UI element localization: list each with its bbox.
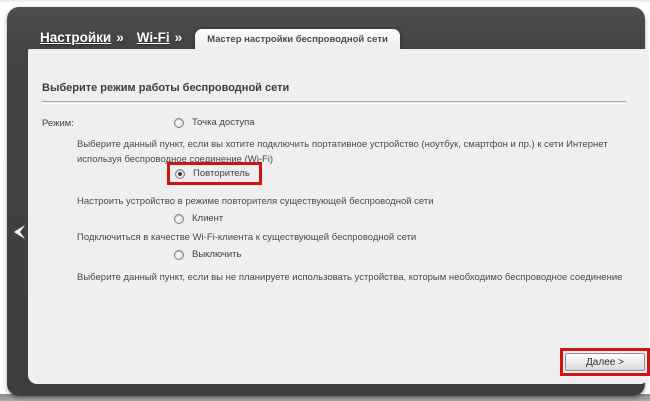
breadcrumb-wifi-label[interactable]: Wi-Fi	[137, 30, 170, 45]
router-ui-frame: Настройки » Wi-Fi » Мастер настройки бес…	[7, 7, 645, 396]
radio-button-repeater[interactable]	[175, 169, 185, 179]
radio-label-repeater: Повторитель	[193, 168, 250, 179]
radio-option-access-point[interactable]: Точка доступа	[174, 117, 255, 128]
option-description-repeater: Настроить устройство в режиме повторител…	[77, 194, 644, 209]
mode-label: Режим:	[42, 118, 74, 129]
breadcrumb-link-wifi[interactable]: Wi-Fi »	[137, 30, 182, 45]
radio-label-off: Выключить	[192, 249, 241, 260]
radio-button-access-point[interactable]	[174, 118, 184, 128]
annotation-highlight-repeater: Повторитель	[167, 162, 262, 185]
page-title: Выберите режим работы беспроводной сети	[42, 82, 289, 94]
radio-label-client: Клиент	[192, 213, 223, 224]
collapse-sidebar-control[interactable]	[13, 224, 27, 240]
chevron-left-icon	[13, 224, 27, 240]
breadcrumb-link-settings[interactable]: Настройки »	[40, 30, 124, 45]
breadcrumb: Настройки » Wi-Fi »	[40, 30, 182, 45]
radio-option-off[interactable]: Выключить	[174, 249, 241, 260]
heading-divider	[42, 101, 626, 103]
screenshot-stage: Настройки » Wi-Fi » Мастер настройки бес…	[0, 0, 650, 401]
radio-button-off[interactable]	[174, 250, 184, 260]
option-description-off: Выберите данный пункт, если вы не планир…	[77, 270, 644, 285]
content-panel: Выберите режим работы беспроводной сети …	[28, 49, 649, 384]
radio-label-access-point: Точка доступа	[192, 117, 255, 128]
option-description-client: Подключиться в качестве Wi-Fi-клиента к …	[77, 230, 644, 245]
breadcrumb-separator: »	[116, 30, 124, 45]
radio-button-client[interactable]	[174, 214, 184, 224]
breadcrumb-separator: »	[175, 30, 183, 45]
annotation-highlight-next: Далее >	[560, 348, 650, 376]
next-button[interactable]: Далее >	[565, 353, 645, 371]
radio-option-client[interactable]: Клиент	[174, 213, 223, 224]
option-description-access-point: Выберите данный пункт, если вы хотите по…	[77, 137, 644, 167]
tab-wireless-wizard[interactable]: Мастер настройки беспроводной сети	[195, 29, 400, 50]
breadcrumb-settings-label[interactable]: Настройки	[40, 30, 111, 45]
radio-option-repeater[interactable]: Повторитель	[175, 168, 250, 179]
